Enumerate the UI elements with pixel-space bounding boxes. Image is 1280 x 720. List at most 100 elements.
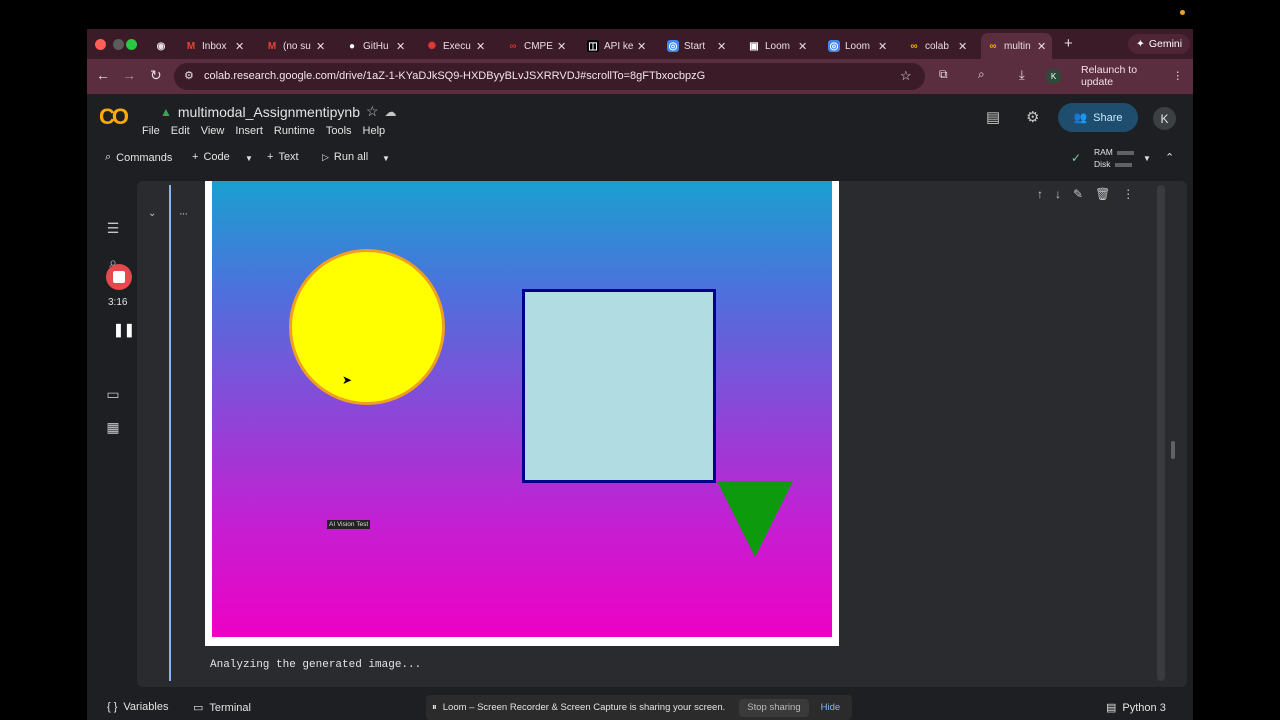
- cell-more-kebab-icon[interactable]: ⋮: [1122, 187, 1134, 201]
- close-tab-icon[interactable]: ✕: [396, 40, 405, 53]
- browser-window: ◉ M Inbox ✕ M (no su ✕ ● GitHu ✕ ✺ Execu…: [87, 29, 1193, 720]
- code-cell-output[interactable]: ⌄ ··· ↑ ↓ ✎ 🗑 ⋮ AI Vision Test ➤ Analyzi…: [137, 181, 1187, 687]
- tab-label: Start: [684, 40, 706, 52]
- collapse-header-chevron-icon[interactable]: ⌃: [1165, 151, 1174, 164]
- address-bar[interactable]: ⚙ colab.research.google.com/drive/1aZ-1-…: [174, 63, 925, 90]
- close-tab-icon[interactable]: ✕: [557, 40, 566, 53]
- collapse-output-chevron-icon[interactable]: ⌄: [148, 208, 156, 219]
- close-tab-icon[interactable]: ✕: [476, 40, 485, 53]
- settings-gear-icon[interactable]: ⚙: [1026, 108, 1039, 126]
- kernel-status[interactable]: ▤ Python 3: [1106, 701, 1166, 715]
- star-icon[interactable]: ☆: [366, 103, 379, 120]
- tab-github[interactable]: ● GitHu ✕: [340, 33, 411, 59]
- data-table-icon[interactable]: ▦: [104, 419, 122, 436]
- move-down-arrow-icon[interactable]: ↓: [1055, 187, 1061, 201]
- site-info-icon[interactable]: ⚙: [184, 69, 194, 82]
- browser-toolbar: ← → ↻ ⚙ colab.research.google.com/drive/…: [87, 59, 1193, 94]
- tab-label: Loom: [845, 40, 871, 52]
- close-tab-icon[interactable]: ✕: [316, 40, 325, 53]
- terminal-button[interactable]: ▭ Terminal: [193, 701, 251, 715]
- close-tab-icon[interactable]: ✕: [958, 40, 967, 53]
- close-tab-icon[interactable]: ✕: [1037, 40, 1046, 53]
- menu-help[interactable]: Help: [363, 125, 386, 137]
- close-tab-icon[interactable]: ✕: [878, 40, 887, 53]
- relaunch-button[interactable]: Relaunch to update ⋮: [1071, 64, 1193, 88]
- close-window-button[interactable]: [95, 39, 106, 50]
- minimize-window-button[interactable]: [113, 39, 124, 50]
- colab-logo[interactable]: CO: [99, 104, 129, 130]
- course-icon: ∞: [509, 40, 517, 52]
- tab-start[interactable]: ◎ Start ✕: [661, 33, 732, 59]
- yellow-circle-shape: [289, 249, 445, 405]
- delete-trash-icon[interactable]: 🗑: [1095, 187, 1110, 201]
- output-more-icon[interactable]: ···: [179, 208, 188, 220]
- menu-view[interactable]: View: [201, 125, 225, 137]
- kebab-menu-icon[interactable]: ⋮: [1173, 70, 1184, 82]
- disk-label: Disk: [1094, 159, 1111, 169]
- forward-arrow-icon[interactable]: →: [122, 67, 136, 83]
- cell-focus-bar: [169, 185, 171, 681]
- code-dropdown-chevron-icon[interactable]: ▼: [245, 154, 253, 163]
- variables-braces-icon: { }: [107, 701, 118, 713]
- menu-edit[interactable]: Edit: [171, 125, 190, 137]
- menu-file[interactable]: File: [142, 125, 160, 137]
- tab-loom-1[interactable]: ▣ Loom ✕: [742, 33, 813, 59]
- menu-tools[interactable]: Tools: [326, 125, 352, 137]
- output-scrollbar[interactable]: [1157, 185, 1165, 681]
- loom-stop-recording-button[interactable]: [106, 264, 132, 290]
- resource-monitor[interactable]: RAM Disk: [1094, 146, 1134, 170]
- add-text-button[interactable]: + Text: [267, 151, 299, 163]
- download-icon[interactable]: ⤓: [1019, 67, 1025, 83]
- move-up-arrow-icon[interactable]: ↑: [1037, 187, 1043, 201]
- tab-loom-2[interactable]: ◎ Loom ✕: [822, 33, 893, 59]
- variables-button[interactable]: { } Variables: [107, 701, 168, 713]
- add-code-button[interactable]: + Code: [192, 151, 230, 163]
- close-tab-icon[interactable]: ✕: [235, 40, 244, 53]
- bookmark-star-icon[interactable]: ☆: [900, 68, 912, 84]
- left-rail: ☰ ⌕ 3:16 ❚❚ ▭ ▦: [87, 172, 137, 692]
- edit-pencil-icon[interactable]: ✎: [1073, 187, 1083, 201]
- run-all-dropdown-chevron-icon[interactable]: ▼: [382, 154, 390, 163]
- hide-banner-button[interactable]: Hide: [821, 702, 841, 713]
- tab-label: GitHu: [363, 40, 389, 52]
- close-tab-icon[interactable]: ✕: [717, 40, 726, 53]
- profile-avatar[interactable]: K: [1046, 69, 1061, 84]
- reload-icon[interactable]: ↻: [150, 67, 162, 84]
- tab-api-keys[interactable]: ◫ API ke ✕: [581, 33, 652, 59]
- recording-timer: 3:16: [108, 297, 128, 308]
- tab-gmail-2[interactable]: M (no su ✕: [260, 33, 331, 59]
- output-scroll-thumb[interactable]: [1171, 441, 1175, 459]
- share-button[interactable]: 👥 Share: [1058, 103, 1138, 132]
- image-caption-label: AI Vision Test: [327, 520, 371, 529]
- tab-cmpe[interactable]: ∞ CMPE ✕: [501, 33, 572, 59]
- tab-multimodal-active[interactable]: ∞ multin ✕: [981, 33, 1053, 59]
- tab-inbox[interactable]: M Inbox ✕: [179, 33, 250, 59]
- extensions-icon[interactable]: ⧉: [939, 67, 948, 82]
- stop-sharing-button[interactable]: Stop sharing: [739, 698, 809, 717]
- new-tab-button[interactable]: +: [1064, 35, 1073, 52]
- back-arrow-icon[interactable]: ←: [96, 67, 110, 83]
- close-tab-icon[interactable]: ✕: [637, 40, 646, 53]
- tab-cast[interactable]: ◉: [149, 33, 178, 59]
- notebook-title[interactable]: multimodal_Assignmentipynb: [178, 104, 360, 120]
- share-label: Share: [1093, 111, 1123, 124]
- close-tab-icon[interactable]: ✕: [798, 40, 807, 53]
- maximize-window-button[interactable]: [126, 39, 137, 50]
- gemini-button[interactable]: ✦ Gemini: [1128, 34, 1191, 54]
- files-folder-icon[interactable]: ▭: [104, 386, 122, 403]
- pause-recording-icon[interactable]: ❚❚: [113, 322, 135, 338]
- runtime-dropdown-chevron-icon[interactable]: ▼: [1143, 154, 1151, 163]
- cloud-saved-icon: ☁: [384, 104, 397, 119]
- comments-icon[interactable]: ▤: [986, 108, 1000, 126]
- menu-runtime[interactable]: Runtime: [274, 125, 315, 137]
- commands-button[interactable]: ⌕ Commands: [105, 151, 172, 164]
- run-all-button[interactable]: ▷ Run all: [322, 151, 368, 163]
- lens-search-icon[interactable]: ⌕: [978, 67, 985, 82]
- tab-execution[interactable]: ✺ Execu ✕: [420, 33, 491, 59]
- tab-colab[interactable]: ∞ colab ✕: [902, 33, 973, 59]
- table-of-contents-icon[interactable]: ☰: [104, 220, 122, 237]
- account-avatar[interactable]: K: [1153, 107, 1176, 130]
- menu-insert[interactable]: Insert: [235, 125, 263, 137]
- plus-icon: +: [267, 151, 274, 163]
- plus-icon: +: [192, 151, 199, 163]
